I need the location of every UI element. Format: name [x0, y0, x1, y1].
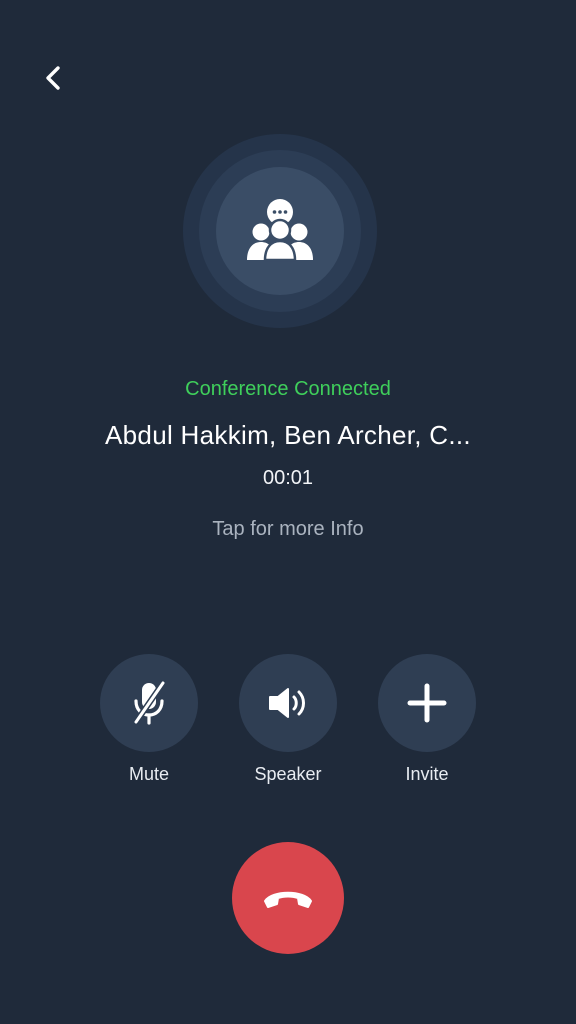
invite-label: Invite — [405, 764, 449, 784]
call-timer: 00:01 — [262, 467, 314, 489]
end-call-button[interactable] — [232, 842, 344, 954]
conference-avatar — [183, 134, 377, 328]
speaker-label: Speaker — [254, 764, 322, 784]
plus-icon — [407, 683, 447, 723]
group-chat-icon — [247, 199, 313, 262]
mute-button[interactable]: Mute — [100, 654, 198, 785]
more-info-link[interactable]: Tap for more Info — [0, 518, 576, 541]
avatar-ring-inner — [216, 167, 344, 295]
mic-off-icon — [133, 680, 166, 725]
mute-circle[interactable] — [100, 654, 198, 752]
call-status: Conference Connected — [185, 378, 391, 400]
invite-button[interactable]: Invite — [378, 654, 476, 785]
speaker-icon — [269, 688, 305, 718]
phone-hangup-icon — [264, 891, 312, 908]
mute-label: Mute — [128, 764, 170, 784]
invite-circle[interactable] — [378, 654, 476, 752]
speaker-circle[interactable] — [239, 654, 337, 752]
back-button[interactable] — [34, 58, 74, 98]
speaker-button[interactable]: Speaker — [239, 654, 337, 785]
participants-names[interactable]: Abdul Hakkim, Ben Archer, C... — [0, 420, 576, 451]
chevron-left-icon — [46, 66, 60, 90]
